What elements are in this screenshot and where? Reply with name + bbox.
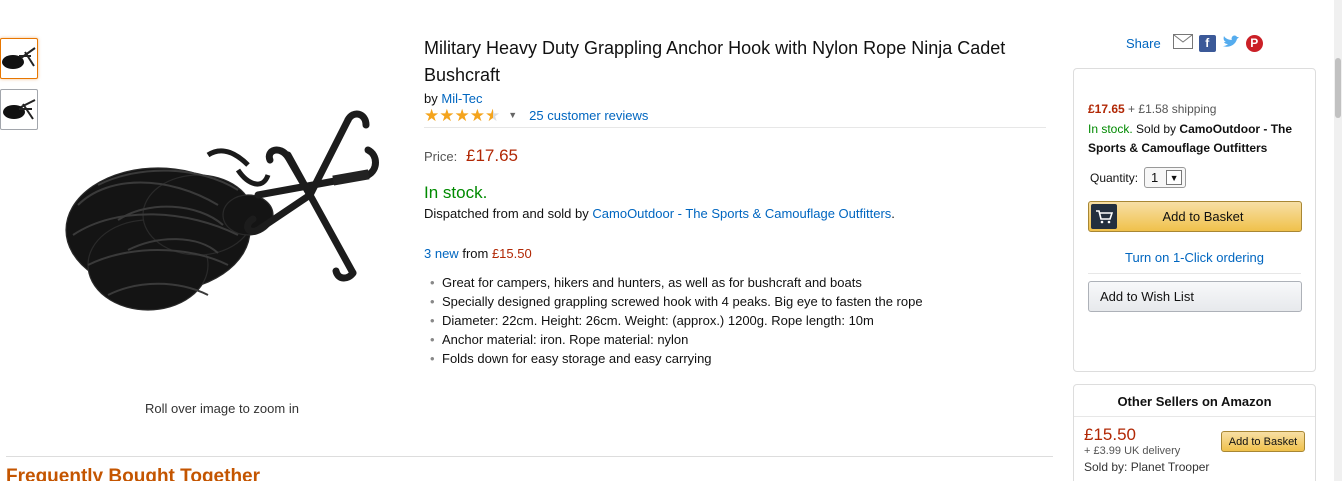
new-offers: 3 new from £15.50	[424, 246, 1054, 261]
page-scrollbar[interactable]	[1334, 0, 1342, 481]
price-row: Price: £17.65	[424, 146, 1054, 166]
rating-row: ★ ★ ★ ★ ★ ▼ 25 customer reviews	[424, 106, 1046, 128]
feature-bullet: Diameter: 22cm. Height: 26cm. Weight: (a…	[428, 311, 1054, 330]
chevron-down-icon: ▼	[1166, 170, 1183, 185]
section-divider	[6, 456, 1053, 457]
buybox-shipping: + £1.58 shipping	[1128, 102, 1217, 116]
twitter-icon[interactable]	[1222, 34, 1240, 52]
other-sellers-divider	[1074, 416, 1315, 417]
new-from-price: £15.50	[491, 246, 532, 261]
offer-add-to-basket-button[interactable]: Add to Basket	[1221, 431, 1305, 452]
quantity-value: 1	[1151, 170, 1159, 185]
share-label: Share	[1126, 35, 1161, 51]
add-to-basket-button[interactable]: Add to Basket	[1088, 201, 1302, 232]
product-details: Military Heavy Duty Grappling Anchor Hoo…	[424, 35, 1054, 368]
thumbnail-2[interactable]	[0, 89, 38, 130]
quantity-select[interactable]: 1 ▼	[1144, 167, 1187, 188]
zoom-hint: Roll over image to zoom in	[145, 401, 299, 416]
email-icon[interactable]	[1172, 34, 1193, 52]
chevron-down-icon[interactable]: ▼	[508, 110, 517, 120]
product-price: £17.65	[466, 146, 518, 165]
one-click-link[interactable]: Turn on 1-Click ordering	[1088, 250, 1301, 265]
offer-item: £15.50 + £3.99 UK delivery Sold by: Plan…	[1074, 425, 1315, 474]
reviews-link[interactable]: 25 customer reviews	[529, 108, 648, 123]
quantity-row: Quantity: 1 ▼	[1090, 167, 1301, 188]
buybox-divider	[1088, 273, 1301, 274]
new-from-label: from	[462, 246, 489, 261]
sold-by-label: Sold by	[1136, 122, 1177, 136]
half-star-icon: ★	[485, 105, 501, 125]
scrollbar-thumb[interactable]	[1335, 58, 1341, 118]
star-icon: ★	[439, 105, 455, 125]
feature-bullet: Great for campers, hikers and hunters, a…	[428, 273, 1054, 292]
buy-box: £17.65 + £1.58 shipping In stock. Sold b…	[1073, 68, 1316, 372]
stock-status: In stock.	[424, 183, 488, 202]
dispatch-prefix: Dispatched from and sold by	[424, 206, 589, 221]
buybox-price-row: £17.65 + £1.58 shipping	[1088, 102, 1301, 116]
pinterest-icon[interactable]: P	[1245, 34, 1263, 52]
frequently-bought-heading: Frequently Bought Together	[6, 466, 261, 481]
other-sellers-box: Other Sellers on Amazon £15.50 + £3.99 U…	[1073, 384, 1316, 481]
star-rating[interactable]: ★ ★ ★ ★ ★	[424, 107, 500, 124]
product-main-image[interactable]	[48, 95, 398, 335]
add-to-wish-list-button[interactable]: Add to Wish List	[1088, 281, 1302, 312]
other-sellers-title: Other Sellers on Amazon	[1117, 394, 1272, 409]
buybox-price: £17.65	[1088, 102, 1125, 116]
buybox-stock-row: In stock. Sold by CamoOutdoor - The Spor…	[1088, 120, 1301, 158]
seller-link[interactable]: CamoOutdoor - The Sports & Camouflage Ou…	[592, 206, 891, 221]
feature-bullet: Anchor material: iron. Rope material: ny…	[428, 330, 1054, 349]
facebook-icon[interactable]: f	[1198, 34, 1216, 52]
quantity-label: Quantity:	[1090, 170, 1139, 185]
offer-seller: Sold by: Planet Trooper	[1084, 460, 1210, 474]
product-thumbnail-image	[2, 46, 36, 69]
feature-bullet: Folds down for easy storage and easy car…	[428, 349, 1054, 368]
feature-bullets: Great for campers, hikers and hunters, a…	[428, 273, 1054, 368]
star-icon: ★	[469, 105, 485, 125]
product-thumbnail-image	[3, 98, 36, 120]
add-to-basket-label: Add to Basket	[1162, 209, 1244, 224]
thumbnail-strip	[0, 38, 38, 140]
byline: by Mil-Tec	[424, 91, 1054, 106]
dispatch-suffix: .	[891, 206, 895, 221]
buybox-stock: In stock.	[1088, 122, 1133, 136]
product-title: Military Heavy Duty Grappling Anchor Hoo…	[424, 38, 1006, 85]
new-offers-link[interactable]: 3 new	[424, 246, 459, 261]
brand-link[interactable]: Mil-Tec	[441, 91, 482, 106]
cart-icon	[1091, 204, 1117, 229]
share-row: Share f P	[1126, 34, 1263, 52]
star-icon: ★	[424, 105, 440, 125]
by-label: by	[424, 91, 438, 106]
dispatch-info: Dispatched from and sold by CamoOutdoor …	[424, 206, 1054, 221]
star-icon: ★	[454, 105, 470, 125]
price-label: Price:	[424, 149, 458, 164]
feature-bullet: Specially designed grappling screwed hoo…	[428, 292, 1054, 311]
thumbnail-1[interactable]	[0, 38, 38, 79]
